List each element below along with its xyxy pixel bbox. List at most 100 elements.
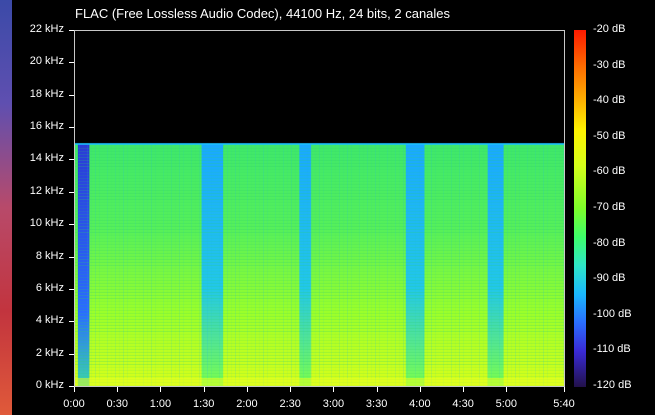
spectrogram-texture-col <box>203 143 204 386</box>
spectrogram-texture-col <box>207 143 208 386</box>
x-axis-tick <box>160 387 162 392</box>
x-axis-tick-label: 5:40 <box>553 398 575 410</box>
colorbar-label: -100 dB <box>593 307 632 320</box>
spectrogram-texture-col <box>531 144 532 386</box>
spectrogram-texture-col <box>379 143 380 386</box>
y-axis-tick <box>69 30 74 31</box>
spectrogram-texture-col <box>331 143 332 386</box>
spectrogram-texture-col <box>391 144 392 386</box>
spectrogram-texture-col <box>115 143 116 386</box>
x-axis-tick <box>376 387 378 392</box>
spectrogram-texture-col <box>87 143 88 386</box>
spectrogram-texture-col <box>119 143 120 386</box>
spectrogram-texture-col <box>155 143 156 386</box>
spectrogram-texture-col <box>535 143 536 386</box>
spectrogram-texture-col <box>191 143 192 386</box>
spectrogram-texture-col <box>183 143 184 386</box>
x-axis-tick-label: 0:00 <box>63 398 85 410</box>
x-axis-tick <box>203 387 205 392</box>
spectrogram-texture-col <box>303 143 304 386</box>
y-axis-tick-label: 2 kHz <box>35 346 64 359</box>
spectrogram-texture-col <box>295 143 296 386</box>
spectrogram-texture-col <box>247 143 248 386</box>
spectrogram-texture-col <box>343 143 344 386</box>
spectrogram-texture-col <box>527 143 528 386</box>
spectrogram-texture-col <box>323 143 324 386</box>
window-edge <box>0 0 12 415</box>
spectrogram-texture-col <box>471 143 472 386</box>
spectrogram-texture-col <box>163 143 164 386</box>
colorbar-label: -70 dB <box>593 201 626 213</box>
y-axis-tick-label: 10 kHz <box>29 217 64 230</box>
x-axis-tick-label: 1:00 <box>149 398 172 410</box>
spectrogram-texture-col <box>395 143 396 386</box>
spectrogram-bass-band <box>75 378 564 386</box>
spectrogram-texture-col <box>463 143 464 386</box>
colorbar-label: -90 dB <box>593 272 626 285</box>
colorbar <box>574 30 586 387</box>
y-axis-tick <box>69 256 74 258</box>
spectrogram-texture-col <box>251 144 252 386</box>
spectrogram-plot[interactable] <box>74 30 565 387</box>
spectrogram-texture-col <box>83 144 84 386</box>
colorbar-label: -30 dB <box>593 58 626 71</box>
x-axis-tick <box>117 387 119 392</box>
spectrogram-texture-col <box>307 144 308 386</box>
spectrogram-texture-col <box>403 143 404 386</box>
spectrogram-texture-col <box>135 143 136 386</box>
x-axis-tick <box>333 387 335 392</box>
spectrogram-texture-col <box>199 143 200 386</box>
y-axis-tick-label: 6 kHz <box>35 281 64 294</box>
y-axis-tick-label: 16 kHz <box>29 120 64 133</box>
spectrogram-texture-col <box>367 143 368 386</box>
x-axis-tick <box>564 387 565 392</box>
spectrogram-texture-col <box>211 143 212 386</box>
spectrogram-texture-col <box>419 144 420 386</box>
spectrogram-texture-col <box>499 143 500 386</box>
colorbar-label: -20 dB <box>593 23 626 35</box>
y-axis-tick <box>69 288 74 290</box>
colorbar-label: -80 dB <box>593 236 626 249</box>
x-axis-tick-label: 1:30 <box>192 398 215 410</box>
spectrogram-texture-col <box>447 144 448 386</box>
spectrogram-texture-col <box>275 143 276 386</box>
spectrogram-texture-col <box>167 144 168 386</box>
y-axis-tick <box>69 62 74 64</box>
spectrogram-texture-col <box>227 143 228 386</box>
colorbar-label: -110 dB <box>593 343 631 356</box>
spectrogram-texture-col <box>171 143 172 386</box>
spectrogram-texture-col <box>255 143 256 386</box>
x-axis-tick-label: 2:30 <box>279 398 301 410</box>
spectrogram-texture-col <box>287 143 288 386</box>
spectrogram-texture-col <box>543 143 544 386</box>
y-axis-tick <box>69 127 74 129</box>
spectrogram-texture-col <box>219 143 220 386</box>
colorbar-label: -50 dB <box>593 129 626 142</box>
x-axis-tick-label: 0:30 <box>106 398 128 410</box>
spectrogram-texture-col <box>127 143 128 386</box>
spectrogram-texture-col <box>279 144 280 386</box>
spectrogram-texture-col <box>239 143 240 386</box>
spectrogram-texture-col <box>283 143 284 386</box>
spectrogram-texture-col <box>359 143 360 386</box>
spectrogram-texture-col <box>375 143 376 386</box>
spectrogram-texture-col <box>479 143 480 386</box>
spectrogram-texture-col <box>223 144 224 386</box>
spectrogram-texture-col <box>147 143 148 386</box>
x-axis-tick <box>463 387 465 392</box>
y-axis-tick-label: 8 kHz <box>35 249 64 262</box>
spectrogram-texture-col <box>363 144 364 386</box>
spectrogram-texture-col <box>347 143 348 386</box>
spectrogram-texture-col <box>555 143 556 386</box>
spectrogram-texture-col <box>515 143 516 386</box>
y-axis-tick <box>69 159 74 161</box>
spectrogram-texture-col <box>175 143 176 386</box>
spectrogram-texture-col <box>559 144 560 386</box>
spectrogram-texture-col <box>179 143 180 386</box>
x-axis-tick-label: 3:30 <box>365 398 388 410</box>
spectrogram-texture-col <box>407 143 408 386</box>
y-axis-tick-label: 22 kHz <box>29 23 64 35</box>
spectrogram-texture-col <box>139 144 140 386</box>
x-axis-tick-label: 2:00 <box>236 398 258 410</box>
y-axis-tick <box>69 353 74 355</box>
